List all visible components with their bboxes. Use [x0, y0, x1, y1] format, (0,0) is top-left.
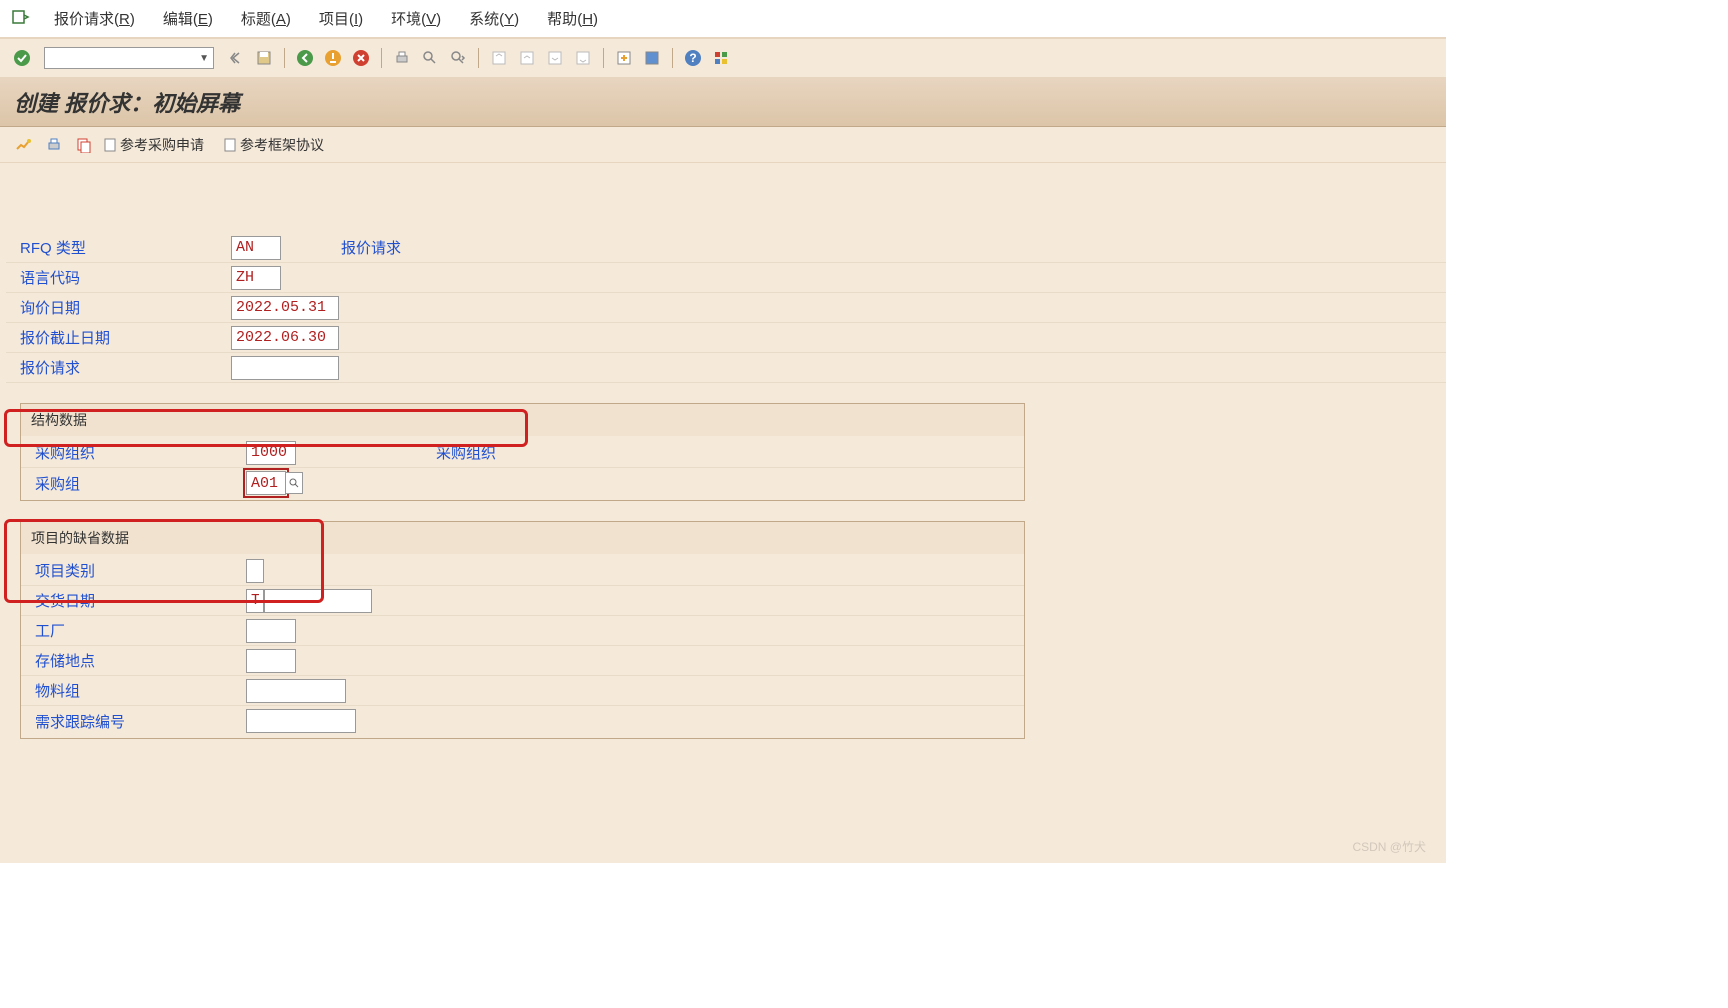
document-icon [222, 137, 238, 153]
separator [478, 48, 479, 68]
desc-rfq-type: 报价请求 [341, 237, 401, 258]
watermark: CSDN @竹犬 [1352, 838, 1426, 855]
input-lang[interactable] [231, 266, 281, 290]
separator [284, 48, 285, 68]
row-deliv-date: 交货日期 [21, 586, 1024, 616]
menu-env[interactable]: 环境(V) [377, 4, 455, 33]
menu-item[interactable]: 项目(I) [305, 4, 377, 33]
desc-purch-org: 采购组织 [436, 442, 496, 463]
content-area: RFQ 类型 报价请求 语言代码 询价日期 报价截止日期 报价请求 结构数据 采… [0, 163, 1446, 863]
search-help-icon[interactable] [285, 472, 303, 494]
find-next-icon[interactable] [446, 46, 470, 70]
label-stor-loc: 存储地点 [21, 650, 246, 671]
save-icon[interactable] [252, 46, 276, 70]
input-item-cat[interactable] [246, 559, 264, 583]
last-page-icon[interactable] [571, 46, 595, 70]
label-purch-org: 采购组织 [21, 442, 246, 463]
system-toolbar: ▼ ? [0, 38, 1446, 78]
cancel-icon[interactable] [349, 46, 373, 70]
next-page-icon[interactable] [543, 46, 567, 70]
input-purch-org[interactable] [246, 441, 296, 465]
row-req-tracking: 需求跟踪编号 [21, 706, 1024, 736]
row-purch-grp: 采购组 [21, 468, 1024, 498]
enter-icon[interactable] [10, 46, 34, 70]
svg-text:?: ? [689, 51, 696, 65]
label-req-tracking: 需求跟踪编号 [21, 711, 246, 732]
label-matl-grp: 物料组 [21, 680, 246, 701]
group-default: 项目的缺省数据 项目类别 交货日期 工厂 存储地点 物料组 [20, 521, 1025, 739]
row-stor-loc: 存储地点 [21, 646, 1024, 676]
separator [603, 48, 604, 68]
input-req-tracking[interactable] [246, 709, 356, 733]
find-icon[interactable] [418, 46, 442, 70]
label-lang: 语言代码 [6, 267, 231, 288]
first-page-icon[interactable] [487, 46, 511, 70]
session-icon[interactable] [10, 8, 30, 29]
label-deadline: 报价截止日期 [6, 327, 231, 348]
menubar: 报价请求(R) 编辑(E) 标题(A) 项目(I) 环境(V) 系统(Y) 帮助… [0, 0, 1446, 38]
input-rfq-type[interactable] [231, 236, 281, 260]
layout-icon[interactable] [709, 46, 733, 70]
input-plant[interactable] [246, 619, 296, 643]
overview-icon[interactable] [12, 133, 36, 157]
row-rfq-date: 询价日期 [6, 293, 1446, 323]
ref-outline-agreement[interactable]: 参考框架协议 [222, 135, 324, 155]
label-rfq-no: 报价请求 [6, 357, 231, 378]
document-icon [102, 137, 118, 153]
label-item-cat: 项目类别 [21, 560, 246, 581]
command-field[interactable]: ▼ [44, 47, 214, 69]
page-title: 创建 报价求：初始屏幕 [0, 78, 1446, 127]
separator [381, 48, 382, 68]
label-plant: 工厂 [21, 620, 246, 641]
prev-page-icon[interactable] [515, 46, 539, 70]
menu-system[interactable]: 系统(Y) [455, 4, 533, 33]
row-deadline: 报价截止日期 [6, 323, 1446, 353]
row-matl-grp: 物料组 [21, 676, 1024, 706]
input-rfq-date[interactable] [231, 296, 339, 320]
print-icon[interactable] [390, 46, 414, 70]
label-rfq-type: RFQ 类型 [6, 237, 231, 258]
label-rfq-date: 询价日期 [6, 297, 231, 318]
row-plant: 工厂 [21, 616, 1024, 646]
print-preview-icon[interactable] [42, 133, 66, 157]
create-shortcut-icon[interactable] [640, 46, 664, 70]
row-item-cat: 项目类别 [21, 556, 1024, 586]
group-org: 结构数据 采购组织 采购组织 采购组 [20, 403, 1025, 501]
copy-icon[interactable] [72, 133, 96, 157]
back-icon[interactable] [293, 46, 317, 70]
row-lang: 语言代码 [6, 263, 1446, 293]
ref-purchase-req[interactable]: 参考采购申请 [102, 135, 204, 155]
dropdown-arrow-icon: ▼ [199, 53, 209, 64]
menu-help[interactable]: 帮助(H) [533, 4, 612, 33]
row-purch-org: 采购组织 采购组织 [21, 438, 1024, 468]
input-stor-loc[interactable] [246, 649, 296, 673]
row-rfq-no: 报价请求 [6, 353, 1446, 383]
input-deliv-date[interactable] [264, 589, 372, 613]
input-rfq-no[interactable] [231, 356, 339, 380]
exit-icon[interactable] [321, 46, 345, 70]
input-matl-grp[interactable] [246, 679, 346, 703]
separator [672, 48, 673, 68]
header-fields: RFQ 类型 报价请求 语言代码 询价日期 报价截止日期 报价请求 [6, 173, 1446, 383]
app-toolbar: 参考采购申请 参考框架协议 [0, 127, 1446, 163]
input-deadline[interactable] [231, 326, 339, 350]
input-purch-grp[interactable] [246, 471, 286, 495]
row-rfq-type: RFQ 类型 报价请求 [6, 233, 1446, 263]
menu-edit[interactable]: 编辑(E) [149, 4, 227, 33]
help-icon[interactable]: ? [681, 46, 705, 70]
group-default-title: 项目的缺省数据 [20, 521, 1025, 554]
input-deliv-date-type[interactable] [246, 589, 264, 613]
label-deliv-date: 交货日期 [21, 590, 246, 611]
collapse-icon[interactable] [224, 46, 248, 70]
group-org-title: 结构数据 [20, 403, 1025, 436]
menu-header[interactable]: 标题(A) [227, 4, 305, 33]
label-purch-grp: 采购组 [21, 473, 246, 494]
menu-rfq[interactable]: 报价请求(R) [40, 4, 149, 33]
new-session-icon[interactable] [612, 46, 636, 70]
